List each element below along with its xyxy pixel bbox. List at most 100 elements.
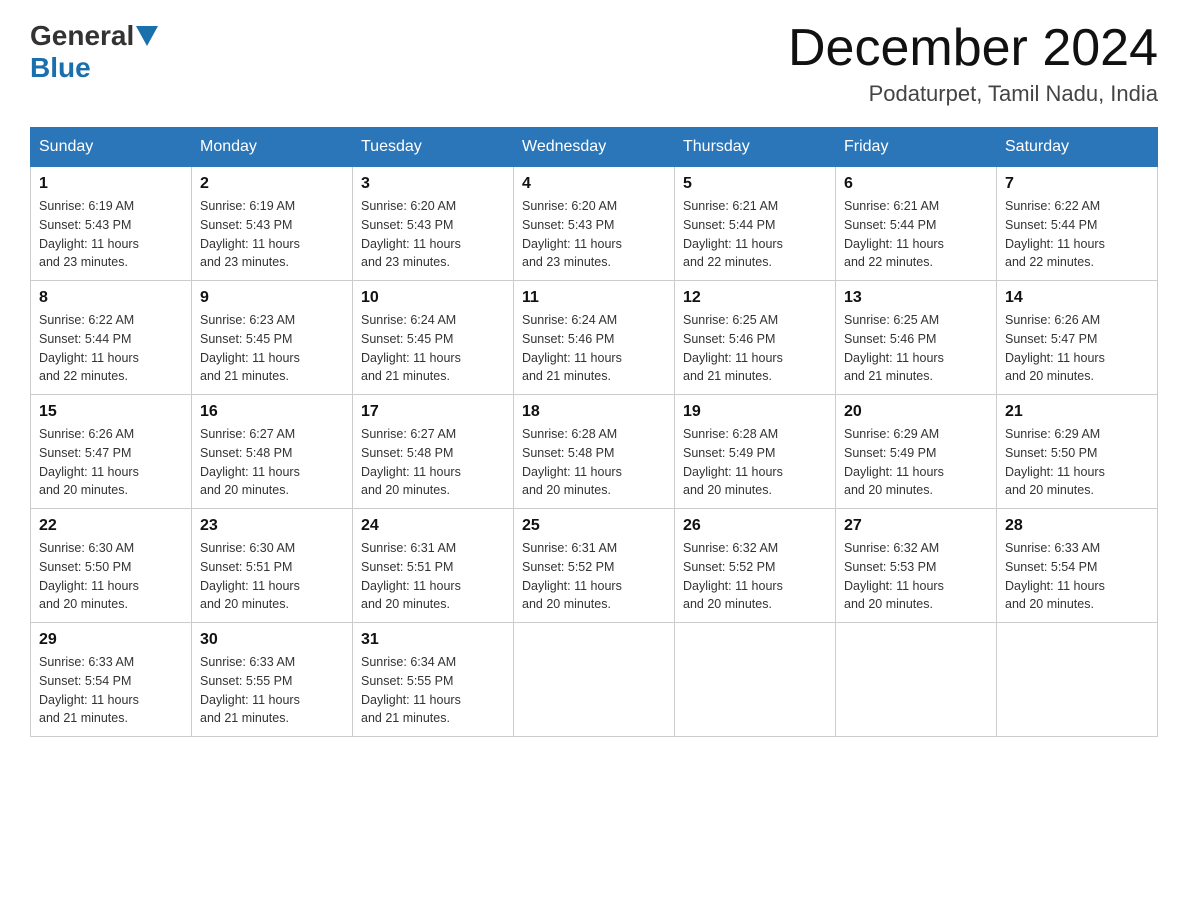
- calendar-cell: 10 Sunrise: 6:24 AMSunset: 5:45 PMDayligh…: [353, 281, 514, 395]
- day-info: Sunrise: 6:29 AMSunset: 5:50 PMDaylight:…: [1005, 425, 1149, 500]
- calendar-cell: 13Sunrise: 6:25 AMSunset: 5:46 PMDayligh…: [836, 281, 997, 395]
- calendar-cell: 5 Sunrise: 6:21 AMSunset: 5:44 PMDaylight…: [675, 167, 836, 281]
- day-info: Sunrise: 6:26 AMSunset: 5:47 PMDaylight:…: [1005, 311, 1149, 386]
- header-thursday: Thursday: [675, 128, 836, 167]
- calendar-cell: 6 Sunrise: 6:21 AMSunset: 5:44 PMDaylight…: [836, 167, 997, 281]
- calendar-cell: 19 Sunrise: 6:28 AMSunset: 5:49 PMDayligh…: [675, 395, 836, 509]
- title-area: December 2024 Podaturpet, Tamil Nadu, In…: [788, 20, 1158, 107]
- calendar-cell: 31 Sunrise: 6:34 AMSunset: 5:55 PMDayligh…: [353, 623, 514, 737]
- day-number: 12: [683, 289, 827, 307]
- day-info: Sunrise: 6:19 AMSunset: 5:43 PMDaylight:…: [200, 197, 344, 272]
- calendar-cell: [997, 623, 1158, 737]
- day-number: 14: [1005, 289, 1149, 307]
- calendar-cell: 28Sunrise: 6:33 AMSunset: 5:54 PMDayligh…: [997, 509, 1158, 623]
- day-info: Sunrise: 6:32 AMSunset: 5:53 PMDaylight:…: [844, 539, 988, 614]
- calendar-table: SundayMondayTuesdayWednesdayThursdayFrid…: [30, 127, 1158, 737]
- day-number: 18: [522, 403, 666, 421]
- header-friday: Friday: [836, 128, 997, 167]
- calendar-cell: 27 Sunrise: 6:32 AMSunset: 5:53 PMDayligh…: [836, 509, 997, 623]
- day-info: Sunrise: 6:24 AMSunset: 5:46 PMDaylight:…: [522, 311, 666, 386]
- header-wednesday: Wednesday: [514, 128, 675, 167]
- calendar-cell: [836, 623, 997, 737]
- day-number: 25: [522, 517, 666, 535]
- day-number: 31: [361, 631, 505, 649]
- day-number: 2: [200, 175, 344, 193]
- day-info: Sunrise: 6:32 AMSunset: 5:52 PMDaylight:…: [683, 539, 827, 614]
- day-number: 17: [361, 403, 505, 421]
- day-info: Sunrise: 6:30 AMSunset: 5:51 PMDaylight:…: [200, 539, 344, 614]
- day-number: 5: [683, 175, 827, 193]
- week-row-5: 29Sunrise: 6:33 AMSunset: 5:54 PMDayligh…: [31, 623, 1158, 737]
- logo-triangle-icon: [136, 26, 158, 48]
- calendar-cell: 30Sunrise: 6:33 AMSunset: 5:55 PMDayligh…: [192, 623, 353, 737]
- page-header: General Blue December 2024 Podaturpet, T…: [30, 20, 1158, 107]
- day-info: Sunrise: 6:21 AMSunset: 5:44 PMDaylight:…: [844, 197, 988, 272]
- day-number: 10: [361, 289, 505, 307]
- day-number: 1: [39, 175, 183, 193]
- calendar-cell: 23Sunrise: 6:30 AMSunset: 5:51 PMDayligh…: [192, 509, 353, 623]
- calendar-cell: 21 Sunrise: 6:29 AMSunset: 5:50 PMDayligh…: [997, 395, 1158, 509]
- week-row-1: 1 Sunrise: 6:19 AMSunset: 5:43 PMDaylight…: [31, 167, 1158, 281]
- day-number: 29: [39, 631, 183, 649]
- calendar-cell: 8 Sunrise: 6:22 AMSunset: 5:44 PMDaylight…: [31, 281, 192, 395]
- calendar-cell: 16Sunrise: 6:27 AMSunset: 5:48 PMDayligh…: [192, 395, 353, 509]
- day-number: 20: [844, 403, 988, 421]
- day-info: Sunrise: 6:20 AMSunset: 5:43 PMDaylight:…: [522, 197, 666, 272]
- day-info: Sunrise: 6:24 AMSunset: 5:45 PMDaylight:…: [361, 311, 505, 386]
- day-number: 7: [1005, 175, 1149, 193]
- day-number: 11: [522, 289, 666, 307]
- calendar-cell: 24 Sunrise: 6:31 AMSunset: 5:51 PMDayligh…: [353, 509, 514, 623]
- day-info: Sunrise: 6:30 AMSunset: 5:50 PMDaylight:…: [39, 539, 183, 614]
- day-number: 3: [361, 175, 505, 193]
- header-saturday: Saturday: [997, 128, 1158, 167]
- day-number: 26: [683, 517, 827, 535]
- day-info: Sunrise: 6:28 AMSunset: 5:48 PMDaylight:…: [522, 425, 666, 500]
- day-number: 24: [361, 517, 505, 535]
- calendar-cell: [514, 623, 675, 737]
- day-info: Sunrise: 6:33 AMSunset: 5:54 PMDaylight:…: [1005, 539, 1149, 614]
- day-info: Sunrise: 6:26 AMSunset: 5:47 PMDaylight:…: [39, 425, 183, 500]
- location-title: Podaturpet, Tamil Nadu, India: [788, 81, 1158, 107]
- week-row-4: 22 Sunrise: 6:30 AMSunset: 5:50 PMDayligh…: [31, 509, 1158, 623]
- header-sunday: Sunday: [31, 128, 192, 167]
- calendar-cell: 2 Sunrise: 6:19 AMSunset: 5:43 PMDaylight…: [192, 167, 353, 281]
- calendar-cell: 7 Sunrise: 6:22 AMSunset: 5:44 PMDaylight…: [997, 167, 1158, 281]
- month-title: December 2024: [788, 20, 1158, 77]
- day-number: 6: [844, 175, 988, 193]
- day-info: Sunrise: 6:34 AMSunset: 5:55 PMDaylight:…: [361, 653, 505, 728]
- day-info: Sunrise: 6:19 AMSunset: 5:43 PMDaylight:…: [39, 197, 183, 272]
- day-number: 19: [683, 403, 827, 421]
- day-number: 16: [200, 403, 344, 421]
- calendar-cell: 4Sunrise: 6:20 AMSunset: 5:43 PMDaylight…: [514, 167, 675, 281]
- day-info: Sunrise: 6:27 AMSunset: 5:48 PMDaylight:…: [361, 425, 505, 500]
- calendar-cell: 3Sunrise: 6:20 AMSunset: 5:43 PMDaylight…: [353, 167, 514, 281]
- calendar-cell: 9 Sunrise: 6:23 AMSunset: 5:45 PMDaylight…: [192, 281, 353, 395]
- day-number: 21: [1005, 403, 1149, 421]
- calendar-cell: 20 Sunrise: 6:29 AMSunset: 5:49 PMDayligh…: [836, 395, 997, 509]
- day-info: Sunrise: 6:31 AMSunset: 5:51 PMDaylight:…: [361, 539, 505, 614]
- day-info: Sunrise: 6:29 AMSunset: 5:49 PMDaylight:…: [844, 425, 988, 500]
- day-info: Sunrise: 6:21 AMSunset: 5:44 PMDaylight:…: [683, 197, 827, 272]
- day-info: Sunrise: 6:22 AMSunset: 5:44 PMDaylight:…: [39, 311, 183, 386]
- calendar-cell: 1 Sunrise: 6:19 AMSunset: 5:43 PMDaylight…: [31, 167, 192, 281]
- calendar-header-row: SundayMondayTuesdayWednesdayThursdayFrid…: [31, 128, 1158, 167]
- day-number: 15: [39, 403, 183, 421]
- day-number: 9: [200, 289, 344, 307]
- week-row-2: 8 Sunrise: 6:22 AMSunset: 5:44 PMDaylight…: [31, 281, 1158, 395]
- calendar-cell: [675, 623, 836, 737]
- calendar-cell: 22 Sunrise: 6:30 AMSunset: 5:50 PMDayligh…: [31, 509, 192, 623]
- calendar-cell: 29Sunrise: 6:33 AMSunset: 5:54 PMDayligh…: [31, 623, 192, 737]
- calendar-cell: 18 Sunrise: 6:28 AMSunset: 5:48 PMDayligh…: [514, 395, 675, 509]
- calendar-cell: 12 Sunrise: 6:25 AMSunset: 5:46 PMDayligh…: [675, 281, 836, 395]
- calendar-cell: 11 Sunrise: 6:24 AMSunset: 5:46 PMDayligh…: [514, 281, 675, 395]
- day-info: Sunrise: 6:25 AMSunset: 5:46 PMDaylight:…: [683, 311, 827, 386]
- day-info: Sunrise: 6:23 AMSunset: 5:45 PMDaylight:…: [200, 311, 344, 386]
- day-info: Sunrise: 6:28 AMSunset: 5:49 PMDaylight:…: [683, 425, 827, 500]
- day-number: 22: [39, 517, 183, 535]
- day-number: 27: [844, 517, 988, 535]
- logo-blue-text: Blue: [30, 52, 91, 84]
- day-info: Sunrise: 6:22 AMSunset: 5:44 PMDaylight:…: [1005, 197, 1149, 272]
- header-monday: Monday: [192, 128, 353, 167]
- day-number: 8: [39, 289, 183, 307]
- calendar-cell: 26 Sunrise: 6:32 AMSunset: 5:52 PMDayligh…: [675, 509, 836, 623]
